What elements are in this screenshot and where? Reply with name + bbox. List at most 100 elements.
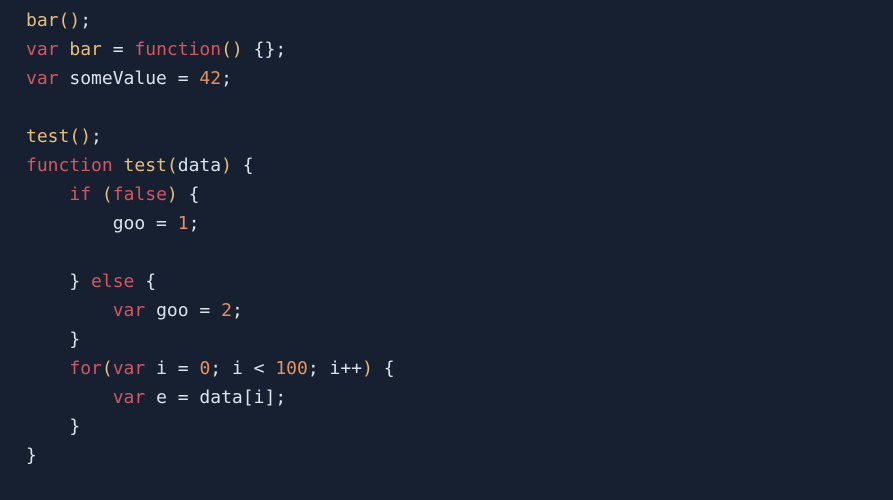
code-token: () xyxy=(221,39,243,60)
code-token: 0 xyxy=(199,358,210,379)
code-token: = xyxy=(167,387,200,408)
code-line: var someValue = 42; xyxy=(26,64,893,93)
code-token: i xyxy=(156,358,167,379)
code-token: ; xyxy=(210,358,221,379)
code-token xyxy=(232,155,243,176)
code-token xyxy=(221,358,232,379)
code-token: { xyxy=(189,184,200,205)
code-token: } xyxy=(26,445,37,466)
code-token xyxy=(59,39,70,60)
code-token xyxy=(26,242,37,263)
code-token: i xyxy=(330,358,341,379)
code-token: ] xyxy=(264,387,275,408)
code-token: i xyxy=(232,358,243,379)
code-token: () xyxy=(59,10,81,31)
code-token: ; xyxy=(91,126,102,147)
code-token: goo xyxy=(113,213,146,234)
code-token xyxy=(145,387,156,408)
code-token: ) xyxy=(221,155,232,176)
code-block: bar();var bar = function() {};var someVa… xyxy=(0,0,893,470)
code-line xyxy=(26,238,893,267)
code-token: = xyxy=(167,358,200,379)
code-line: } xyxy=(26,412,893,441)
code-token: test xyxy=(26,126,69,147)
code-line: goo = 1; xyxy=(26,209,893,238)
code-token: = xyxy=(102,39,135,60)
code-token: var xyxy=(113,300,146,321)
code-token: = xyxy=(145,213,178,234)
code-token xyxy=(26,184,69,205)
code-token: 42 xyxy=(199,68,221,89)
code-line: } else { xyxy=(26,267,893,296)
code-token xyxy=(134,271,145,292)
code-token: data xyxy=(199,387,242,408)
code-token: 2 xyxy=(221,300,232,321)
code-token: ++ xyxy=(340,358,362,379)
code-line: bar(); xyxy=(26,6,893,35)
code-token: else xyxy=(91,271,134,292)
code-line: var bar = function() {}; xyxy=(26,35,893,64)
code-token: [ xyxy=(243,387,254,408)
code-token: ( xyxy=(102,358,113,379)
code-token xyxy=(178,184,189,205)
code-token xyxy=(59,68,70,89)
code-token: e xyxy=(156,387,167,408)
code-token: {} xyxy=(254,39,276,60)
code-token: ( xyxy=(102,184,113,205)
code-token: ; xyxy=(189,213,200,234)
code-line: function test(data) { xyxy=(26,151,893,180)
code-line: } xyxy=(26,325,893,354)
code-token: data xyxy=(178,155,221,176)
code-token: ; xyxy=(221,68,232,89)
code-token: 100 xyxy=(275,358,308,379)
code-token: i xyxy=(254,387,265,408)
code-token xyxy=(26,300,113,321)
code-token xyxy=(91,184,102,205)
code-token xyxy=(80,271,91,292)
code-token: () xyxy=(69,126,91,147)
code-token: goo xyxy=(156,300,189,321)
code-token: function xyxy=(26,155,113,176)
code-token: ; xyxy=(275,387,286,408)
code-token: for xyxy=(69,358,102,379)
code-line xyxy=(26,93,893,122)
code-token: function xyxy=(134,39,221,60)
code-token: ) xyxy=(362,358,373,379)
code-token xyxy=(373,358,384,379)
code-token: var xyxy=(113,387,146,408)
code-token: { xyxy=(243,155,254,176)
code-token xyxy=(145,358,156,379)
code-token: ) xyxy=(167,184,178,205)
code-token xyxy=(26,213,113,234)
code-token xyxy=(26,271,69,292)
code-line: for(var i = 0; i < 100; i++) { xyxy=(26,354,893,383)
code-token: { xyxy=(384,358,395,379)
code-token: ; xyxy=(80,10,91,31)
code-token: } xyxy=(69,329,80,350)
code-token xyxy=(26,416,69,437)
code-line: } xyxy=(26,441,893,470)
code-token xyxy=(145,300,156,321)
code-line: var goo = 2; xyxy=(26,296,893,325)
code-token: var xyxy=(26,68,59,89)
code-line: if (false) { xyxy=(26,180,893,209)
code-token: if xyxy=(69,184,91,205)
code-token xyxy=(26,329,69,350)
code-token: var xyxy=(113,358,146,379)
code-token xyxy=(319,358,330,379)
code-line: var e = data[i]; xyxy=(26,383,893,412)
code-token: < xyxy=(243,358,276,379)
code-token: test xyxy=(124,155,167,176)
code-token: = xyxy=(167,68,200,89)
code-token: bar xyxy=(69,39,102,60)
code-token xyxy=(26,97,37,118)
code-token xyxy=(26,387,113,408)
code-token: = xyxy=(189,300,222,321)
code-token: ; xyxy=(232,300,243,321)
code-token: } xyxy=(69,271,80,292)
code-token: ; xyxy=(275,39,286,60)
code-token: } xyxy=(69,416,80,437)
code-token: { xyxy=(145,271,156,292)
code-token xyxy=(113,155,124,176)
code-token: 1 xyxy=(178,213,189,234)
